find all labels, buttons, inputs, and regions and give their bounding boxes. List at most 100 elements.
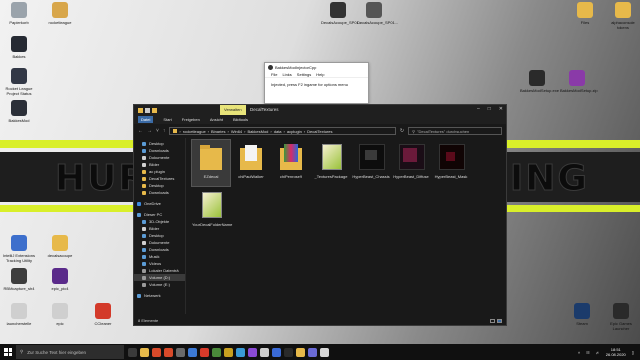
desktop-icon-launcher[interactable]: launcherstelle bbox=[2, 303, 36, 326]
nav-item[interactable]: Videos bbox=[134, 260, 185, 267]
file-item[interactable]: _TexturesPackage bbox=[312, 140, 350, 186]
menu-links[interactable]: Links bbox=[282, 72, 291, 77]
breadcrumb-item[interactable]: DecalTextures bbox=[307, 129, 332, 134]
taskbar-search[interactable]: ⚲ Zur Suche Text hier eingeben bbox=[16, 345, 124, 359]
desktop-icon-rl-tracker[interactable]: Rocket League Project Status bbox=[2, 68, 36, 96]
tab-start[interactable]: Start bbox=[163, 117, 171, 122]
tab-freigeben[interactable]: Freigeben bbox=[182, 117, 200, 122]
tab-bildtools[interactable]: Bildtools bbox=[233, 117, 248, 122]
nav-item[interactable]: Desktop bbox=[134, 140, 185, 147]
breadcrumb-item[interactable]: Binaries bbox=[211, 129, 225, 134]
nav-item[interactable]: Bilder bbox=[134, 161, 185, 168]
network-icon[interactable]: ☷ bbox=[586, 350, 590, 355]
nav-item[interactable]: Musik bbox=[134, 253, 185, 260]
desktop-icon-epic-games[interactable]: Epic Games Launcher bbox=[604, 303, 638, 331]
minimize-button[interactable]: – bbox=[477, 106, 480, 112]
taskbar-app-icon[interactable] bbox=[320, 347, 329, 357]
taskbar-app-icon[interactable] bbox=[248, 347, 257, 357]
taskbar-app-icon[interactable] bbox=[212, 347, 221, 357]
taskbar-app-icon[interactable] bbox=[308, 347, 317, 357]
icons-view-button[interactable] bbox=[497, 319, 502, 323]
search-input[interactable]: ⚲ "DecalTextures" durchsuchen bbox=[408, 127, 502, 135]
injector-window[interactable]: BakkesModInjectorCpp File Links Settings… bbox=[264, 62, 369, 104]
taskbar-app-icon[interactable] bbox=[296, 347, 305, 357]
nav-item[interactable]: Downloads bbox=[134, 189, 185, 196]
desktop-icon-decal-2[interactable]: DecalsAcoupe_SP01... bbox=[357, 2, 398, 25]
breadcrumb-item[interactable]: acplugin bbox=[287, 129, 302, 134]
desktop-icon-bakkesmodsetup[interactable]: BakkesModSetup.exe bbox=[520, 70, 559, 93]
breadcrumb-separator-icon[interactable]: › bbox=[244, 129, 245, 134]
nav-item[interactable]: 3D-Objekte bbox=[134, 218, 185, 225]
taskbar-app-icon[interactable] bbox=[140, 347, 149, 357]
nav-item[interactable]: Volume (E:) bbox=[134, 281, 185, 288]
nav-item[interactable]: OneDrive bbox=[134, 200, 185, 207]
nav-item[interactable]: Lokaler Datenträ bbox=[134, 267, 185, 274]
up-arrow-icon[interactable]: ↑ bbox=[163, 128, 166, 134]
nav-item[interactable]: Desktop bbox=[134, 232, 185, 239]
breadcrumb-item[interactable]: Win64 bbox=[231, 129, 242, 134]
menu-help[interactable]: Help bbox=[316, 72, 324, 77]
taskbar-app-icon[interactable] bbox=[224, 347, 233, 357]
desktop-icon-rl-unknown[interactable]: RBMcapture_sh4 bbox=[2, 268, 36, 291]
desktop-icon-bakkesmod[interactable]: BakkesMod bbox=[2, 100, 36, 123]
breadcrumb-separator-icon[interactable]: › bbox=[270, 129, 271, 134]
breadcrumb-separator-icon[interactable]: › bbox=[284, 129, 285, 134]
forward-arrow-icon[interactable]: → bbox=[147, 128, 152, 134]
notification-icon[interactable]: ▯ bbox=[632, 350, 634, 355]
breadcrumb-separator-icon[interactable]: › bbox=[208, 129, 209, 134]
start-button[interactable] bbox=[0, 344, 16, 360]
breadcrumb-separator-icon[interactable]: › bbox=[304, 129, 305, 134]
breadcrumb-item[interactable]: rocketleague bbox=[183, 129, 206, 134]
desktop-icon-epic-x[interactable]: epic_pic4 bbox=[43, 268, 77, 291]
nav-item[interactable]: Dokumente bbox=[134, 154, 185, 161]
desktop-icon-bakkesmodsetup-zip[interactable]: BakkesModSetup.zip bbox=[560, 70, 598, 93]
taskbar-app-icon[interactable] bbox=[284, 347, 293, 357]
taskbar-app-icon[interactable] bbox=[236, 347, 245, 357]
nav-item[interactable]: Desktop bbox=[134, 182, 185, 189]
breadcrumb-separator-icon[interactable]: › bbox=[179, 129, 180, 134]
nav-item[interactable]: Bilder bbox=[134, 225, 185, 232]
desktop-icon-files[interactable]: Files bbox=[568, 2, 602, 25]
taskbar-app-icon[interactable] bbox=[260, 347, 269, 357]
breadcrumb-separator-icon[interactable]: › bbox=[227, 129, 228, 134]
file-item[interactable]: YourDecalFolderName bbox=[192, 188, 232, 234]
refresh-icon[interactable]: ↻ bbox=[400, 128, 404, 134]
file-item[interactable]: chiPaulWalker bbox=[232, 140, 270, 186]
taskbar-app-icon[interactable] bbox=[176, 347, 185, 357]
breadcrumb-item[interactable]: BakkesMod bbox=[248, 129, 269, 134]
nav-item[interactable]: ac plugin bbox=[134, 168, 185, 175]
desktop-icon-papierkorb[interactable]: Papierkorb bbox=[2, 2, 36, 25]
desktop-icon-alphaconsole[interactable]: alphaconsole tokens bbox=[606, 2, 640, 30]
desktop-icon-decal-1[interactable]: DecalsAcoupe_SP01... bbox=[321, 2, 362, 25]
desktop-icon-rocketleague[interactable]: rocketleague bbox=[43, 2, 77, 25]
tab-ansicht[interactable]: Ansicht bbox=[210, 117, 223, 122]
details-view-button[interactable] bbox=[490, 319, 495, 323]
menu-file[interactable]: File bbox=[271, 72, 277, 77]
taskbar-app-icon[interactable] bbox=[188, 347, 197, 357]
new-folder-icon[interactable] bbox=[152, 107, 157, 113]
file-item[interactable]: EZdecal bbox=[191, 139, 231, 187]
desktop-icon-epic[interactable]: epic bbox=[43, 303, 77, 326]
nav-item[interactable]: Dieser PC bbox=[134, 211, 185, 218]
clock[interactable]: 18:51 26.08.2020 bbox=[606, 347, 626, 357]
chevron-up-icon[interactable]: ˄ bbox=[578, 350, 580, 355]
taskbar-app-icon[interactable] bbox=[272, 347, 281, 357]
back-arrow-icon[interactable]: ← bbox=[138, 128, 143, 134]
nav-item[interactable]: Dokumente bbox=[134, 239, 185, 246]
address-bar[interactable]: › rocketleague › Binaries › Win64 › BakkesMod › d… bbox=[169, 127, 396, 135]
properties-icon[interactable] bbox=[145, 107, 150, 113]
breadcrumb-item[interactable]: data bbox=[274, 129, 282, 134]
volume-icon[interactable]: ♬ bbox=[596, 350, 600, 355]
file-item[interactable]: chiPenrose9 bbox=[272, 140, 310, 186]
taskbar-app-icon[interactable] bbox=[200, 347, 209, 357]
taskbar-app-icon[interactable] bbox=[152, 347, 161, 357]
file-item[interactable]: HyperBeast_Mask bbox=[432, 140, 470, 186]
maximize-button[interactable]: □ bbox=[488, 106, 491, 112]
nav-item[interactable]: Volume (D:) bbox=[134, 274, 185, 281]
injector-titlebar[interactable]: BakkesModInjectorCpp bbox=[265, 63, 368, 72]
file-explorer-window[interactable]: Verwalten DecalTextures – □ ✕ Datei Star… bbox=[133, 104, 507, 326]
close-button[interactable]: ✕ bbox=[499, 106, 503, 112]
tab-datei[interactable]: Datei bbox=[138, 116, 154, 123]
taskbar-app-icon[interactable] bbox=[128, 347, 137, 357]
desktop-icon-intellij[interactable]: IntelliJ Extensions Tracking Utility bbox=[2, 235, 36, 263]
